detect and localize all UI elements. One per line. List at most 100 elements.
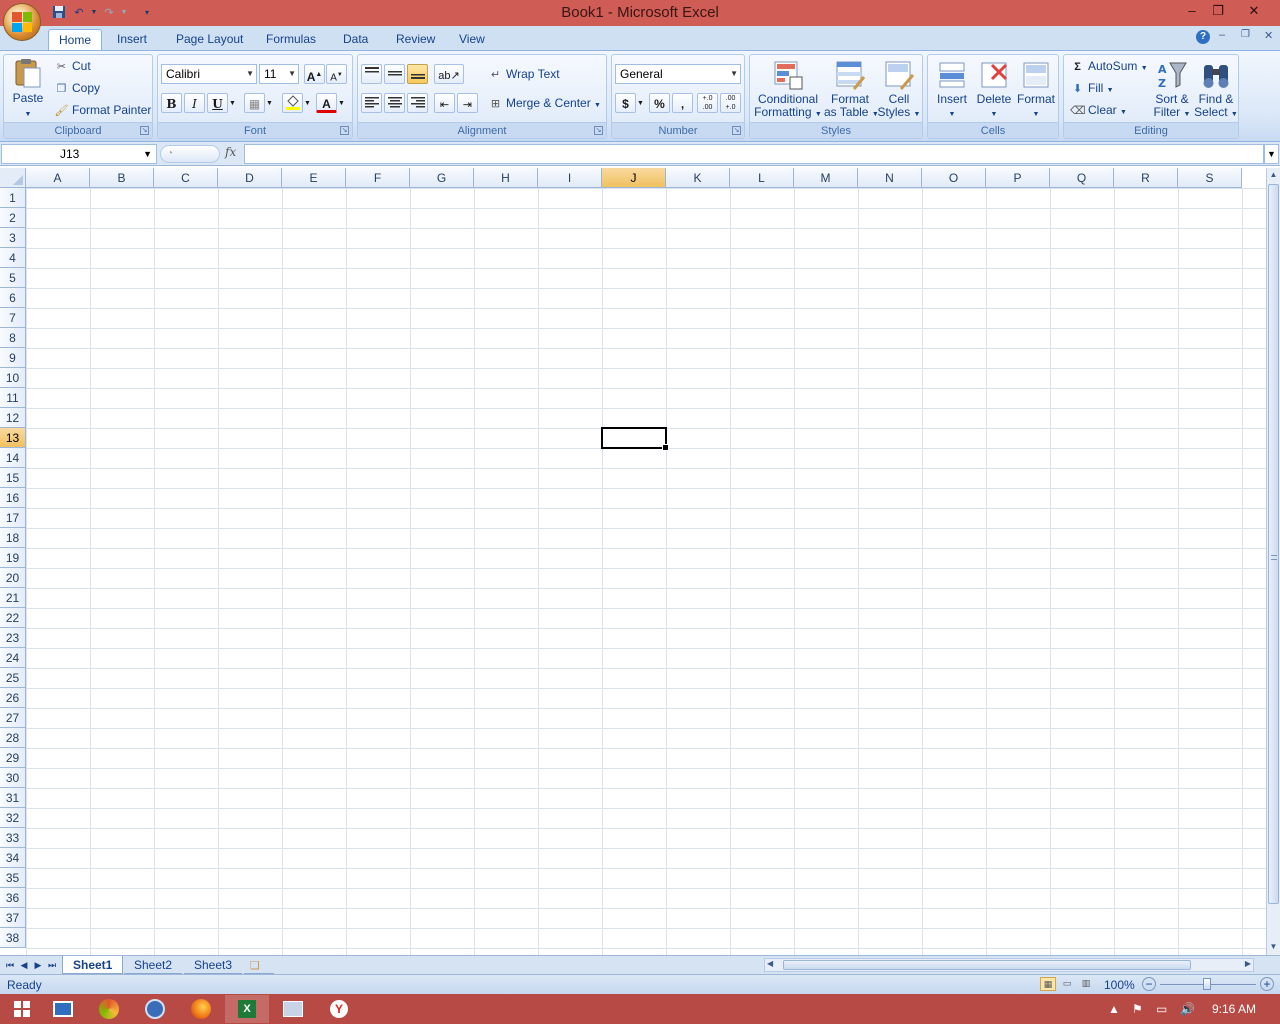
bold-button[interactable]: B: [161, 93, 182, 113]
taskbar-yandex[interactable]: Y: [317, 995, 361, 1023]
row-header-34[interactable]: 34: [0, 848, 26, 868]
row-header-17[interactable]: 17: [0, 508, 26, 528]
fill-color-dropdown-icon[interactable]: ▼: [303, 93, 312, 113]
zoom-slider-thumb[interactable]: [1203, 978, 1211, 990]
cut-button[interactable]: ✂ Cut: [54, 59, 91, 74]
row-header-11[interactable]: 11: [0, 388, 26, 408]
comma-button[interactable]: ,: [672, 93, 693, 113]
row-header-5[interactable]: 5: [0, 268, 26, 288]
align-left-button[interactable]: [361, 93, 382, 113]
normal-view-icon[interactable]: ▦: [1040, 977, 1056, 991]
formula-cancel-icon[interactable]: ◔: [167, 148, 173, 159]
insert-cells-button[interactable]: Insert ▼: [931, 59, 973, 121]
clear-button[interactable]: ⌫ Clear ▼: [1070, 103, 1127, 118]
row-header-28[interactable]: 28: [0, 728, 26, 748]
font-launcher-icon[interactable]: ↘: [340, 126, 349, 135]
row-header-23[interactable]: 23: [0, 628, 26, 648]
font-size-combo[interactable]: 11 ▼: [259, 64, 299, 84]
row-header-38[interactable]: 38: [0, 928, 26, 948]
shrink-font-button[interactable]: A▼: [326, 64, 347, 84]
column-header-q[interactable]: Q: [1050, 168, 1114, 188]
column-header-g[interactable]: G: [410, 168, 474, 188]
bottom-align-button[interactable]: [407, 64, 428, 84]
cell-area[interactable]: [26, 188, 1266, 955]
row-header-16[interactable]: 16: [0, 488, 26, 508]
row-header-19[interactable]: 19: [0, 548, 26, 568]
taskbar-app-2[interactable]: [87, 995, 131, 1023]
column-header-o[interactable]: O: [922, 168, 986, 188]
column-header-r[interactable]: R: [1114, 168, 1178, 188]
column-header-m[interactable]: M: [794, 168, 858, 188]
copy-button[interactable]: ❐ Copy: [54, 81, 100, 96]
row-header-20[interactable]: 20: [0, 568, 26, 588]
find-select-button[interactable]: Find & Select ▼: [1194, 59, 1238, 121]
scroll-down-icon[interactable]: ▼: [1267, 940, 1280, 954]
ribbon-close-button[interactable]: ✕: [1264, 29, 1273, 42]
fill-color-button[interactable]: [282, 93, 303, 113]
number-format-combo[interactable]: General ▼: [615, 64, 741, 84]
scroll-left-icon[interactable]: ◀: [767, 959, 773, 968]
column-header-p[interactable]: P: [986, 168, 1050, 188]
tab-insert[interactable]: Insert: [107, 29, 157, 50]
wrap-text-button[interactable]: ↵ Wrap Text: [488, 67, 560, 82]
row-header-26[interactable]: 26: [0, 688, 26, 708]
row-header-22[interactable]: 22: [0, 608, 26, 628]
office-button[interactable]: [3, 3, 41, 41]
row-header-27[interactable]: 27: [0, 708, 26, 728]
vertical-scroll-thumb[interactable]: [1268, 184, 1279, 904]
column-header-k[interactable]: K: [666, 168, 730, 188]
row-header-8[interactable]: 8: [0, 328, 26, 348]
row-header-9[interactable]: 9: [0, 348, 26, 368]
row-header-25[interactable]: 25: [0, 668, 26, 688]
zoom-level[interactable]: 100%: [1104, 978, 1135, 992]
row-header-31[interactable]: 31: [0, 788, 26, 808]
page-layout-view-icon[interactable]: ▭: [1059, 977, 1075, 991]
page-break-view-icon[interactable]: ▥: [1078, 977, 1094, 991]
merge-center-button[interactable]: ⊞ Merge & Center ▼: [488, 96, 601, 111]
tab-home[interactable]: Home: [48, 29, 103, 50]
tab-page-layout[interactable]: Page Layout: [166, 29, 253, 50]
font-color-dropdown-icon[interactable]: ▼: [337, 93, 346, 113]
row-header-6[interactable]: 6: [0, 288, 26, 308]
column-header-b[interactable]: B: [90, 168, 154, 188]
autosum-button[interactable]: Σ AutoSum ▼: [1070, 59, 1147, 74]
top-align-button[interactable]: [361, 64, 382, 84]
column-header-a[interactable]: A: [26, 168, 90, 188]
tab-view[interactable]: View: [449, 29, 495, 50]
increase-decimal-button[interactable]: +.0 .00: [697, 93, 718, 113]
display-icon[interactable]: ▭: [1156, 1002, 1167, 1016]
tray-expand-icon[interactable]: ▲: [1108, 1002, 1120, 1016]
horizontal-scroll-thumb[interactable]: [783, 960, 1191, 970]
taskbar-app-6[interactable]: [271, 995, 315, 1023]
column-header-s[interactable]: S: [1178, 168, 1242, 188]
number-launcher-icon[interactable]: ↘: [732, 126, 741, 135]
decrease-decimal-button[interactable]: .00 +.0: [720, 93, 741, 113]
sheet-tab-sheet2[interactable]: Sheet2: [124, 956, 183, 974]
row-header-18[interactable]: 18: [0, 528, 26, 548]
row-header-30[interactable]: 30: [0, 768, 26, 788]
clock[interactable]: 9:16 AM: [1212, 1002, 1256, 1016]
sort-filter-button[interactable]: AZ Sort & Filter ▼: [1152, 59, 1192, 121]
alignment-launcher-icon[interactable]: ↘: [594, 126, 603, 135]
ribbon-minimize-button[interactable]: –: [1219, 29, 1225, 41]
row-header-13[interactable]: 13: [0, 428, 26, 448]
conditional-formatting-button[interactable]: Conditional Formatting ▼: [754, 59, 822, 121]
underline-button[interactable]: U: [207, 93, 228, 113]
currency-dropdown-icon[interactable]: ▼: [636, 93, 645, 113]
row-header-36[interactable]: 36: [0, 888, 26, 908]
align-right-button[interactable]: [407, 93, 428, 113]
paste-button[interactable]: Paste ▼: [8, 57, 48, 119]
row-header-2[interactable]: 2: [0, 208, 26, 228]
last-sheet-icon[interactable]: ⏭: [45, 958, 59, 972]
currency-button[interactable]: $: [615, 93, 636, 113]
orientation-button[interactable]: ab↗: [434, 64, 464, 84]
taskbar-app-3[interactable]: [133, 995, 177, 1023]
font-name-combo[interactable]: Calibri ▼: [161, 64, 257, 84]
first-sheet-icon[interactable]: ⏮: [3, 958, 17, 972]
start-button[interactable]: [0, 995, 44, 1023]
sheet-tab-sheet1[interactable]: Sheet1: [62, 956, 124, 974]
format-as-table-button[interactable]: Format as Table ▼: [824, 59, 879, 121]
minimize-button[interactable]: –: [1178, 2, 1206, 22]
row-header-10[interactable]: 10: [0, 368, 26, 388]
taskbar-app-1[interactable]: [41, 995, 85, 1023]
